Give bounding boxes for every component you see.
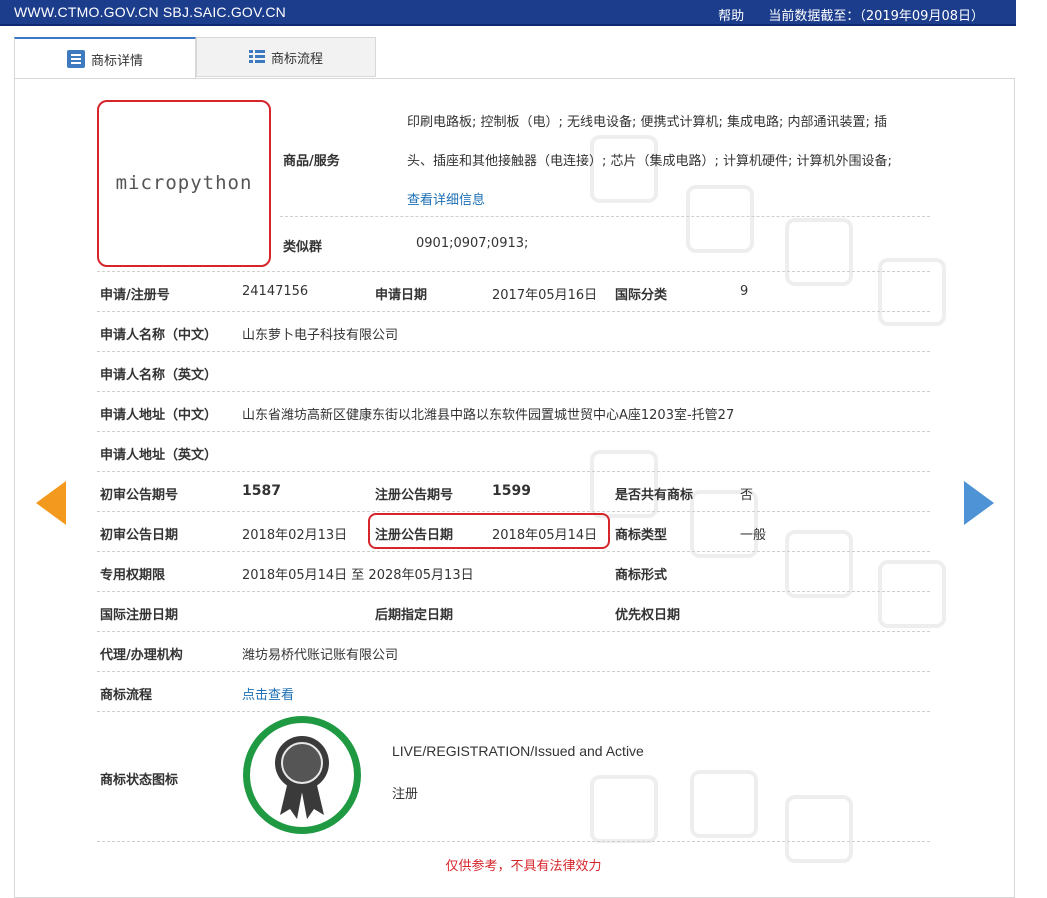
priority-date-label: 优先权日期 <box>615 608 681 623</box>
address-cn-label: 申请人地址（中文） <box>100 408 218 423</box>
divider <box>97 591 930 592</box>
later-date-label: 后期指定日期 <box>375 608 454 623</box>
apply-date-label: 申请日期 <box>375 288 428 303</box>
applicant-cn-value: 山东萝卜电子科技有限公司 <box>242 328 399 343</box>
applicant-cn-label: 申请人名称（中文） <box>100 328 218 343</box>
divider <box>97 271 930 272</box>
exclusive-label: 专用权期限 <box>100 568 166 583</box>
tab-trademark-process[interactable]: 商标流程 <box>196 37 376 77</box>
view-details-link[interactable]: 查看详细信息 <box>407 189 485 208</box>
prelim-date-label: 初审公告日期 <box>100 528 179 543</box>
reg-pub-date-value: 2018年05月14日 <box>492 528 598 543</box>
exclusive-value: 2018年05月14日 至 2028年05月13日 <box>242 568 474 583</box>
divider <box>97 841 930 842</box>
data-date: 当前数据截至：（2019年09月08日） <box>768 9 984 24</box>
disclaimer: 仅供参考，不具有法律效力 <box>445 859 602 874</box>
tm-type-value: 一般 <box>740 528 767 543</box>
reg-pub-date-label: 注册公告日期 <box>375 528 454 543</box>
prelim-no-value: 1587 <box>242 483 281 499</box>
site-url: WWW.CTMO.GOV.CN SBJ.SAIC.GOV.CN <box>14 4 286 20</box>
divider <box>97 391 930 392</box>
process-link[interactable]: 点击查看 <box>242 684 294 703</box>
apply-date-value: 2017年05月16日 <box>492 288 598 303</box>
applicant-en-label: 申请人名称（英文） <box>100 368 218 383</box>
divider <box>97 711 930 712</box>
status-cn: 注册 <box>392 787 419 802</box>
address-en-label: 申请人地址（英文） <box>100 448 218 463</box>
divider <box>97 511 930 512</box>
tab-trademark-details[interactable]: 商标详情 <box>14 37 196 79</box>
previous-arrow-icon[interactable] <box>36 481 66 525</box>
tab-label: 商标详情 <box>90 53 143 69</box>
shared-label: 是否共有商标 <box>615 488 694 503</box>
status-en: LIVE/REGISTRATION/Issued and Active <box>392 743 644 759</box>
reg-no-label: 申请/注册号 <box>100 288 170 303</box>
reg-no-value: 24147156 <box>242 284 309 299</box>
divider <box>97 471 930 472</box>
process-label: 商标流程 <box>100 688 153 703</box>
divider <box>97 311 930 312</box>
goods-services-label: 商品/服务 <box>283 154 340 169</box>
trademark-image: micropython <box>97 100 271 267</box>
agent-value: 潍坊易桥代账记账有限公司 <box>242 648 399 663</box>
top-bar-right: 帮助 当前数据截至：（2019年09月08日） <box>718 5 984 24</box>
agent-label: 代理/办理机构 <box>100 648 183 663</box>
prelim-date-value: 2018年02月13日 <box>242 528 348 543</box>
trademark-logo-text: micropython <box>115 172 253 194</box>
tm-type-label: 商标类型 <box>615 528 668 543</box>
divider <box>97 671 930 672</box>
award-ribbon-icon <box>275 736 329 819</box>
divider <box>97 631 930 632</box>
next-arrow-icon[interactable] <box>964 481 994 525</box>
address-cn-value: 山东省潍坊高新区健康东街以北潍县中路以东软件园置城世贸中心A座1203室-托管2… <box>242 408 735 423</box>
similar-group-value: 0901;0907;0913; <box>416 236 529 251</box>
tab-label: 商标流程 <box>270 51 323 67</box>
reg-pub-no-value: 1599 <box>492 483 531 499</box>
divider <box>97 551 930 552</box>
top-bar: WWW.CTMO.GOV.CN SBJ.SAIC.GOV.CN 帮助 当前数据截… <box>0 0 1016 26</box>
goods-services-line-2: 头、插座和其他接触器（电连接）; 芯片（集成电路）; 计算机硬件; 计算机外围设… <box>407 154 892 169</box>
document-icon <box>66 50 85 68</box>
prelim-no-label: 初审公告期号 <box>100 488 179 503</box>
intl-class-label: 国际分类 <box>615 288 668 303</box>
help-link[interactable]: 帮助 <box>718 9 744 24</box>
similar-group-label: 类似群 <box>283 240 323 255</box>
intl-reg-date-label: 国际注册日期 <box>100 608 179 623</box>
reg-pub-no-label: 注册公告期号 <box>375 488 454 503</box>
goods-services-line-1: 印刷电路板; 控制板（电）; 无线电设备; 便携式计算机; 集成电路; 内部通讯… <box>407 115 888 130</box>
shared-value: 否 <box>740 488 754 503</box>
divider <box>97 351 930 352</box>
status-label: 商标状态图标 <box>100 773 179 788</box>
list-icon <box>248 50 265 64</box>
intl-class-value: 9 <box>740 284 749 299</box>
tm-form-label: 商标形式 <box>615 568 668 583</box>
divider <box>97 431 930 432</box>
status-badge <box>243 716 361 834</box>
divider <box>280 216 930 217</box>
